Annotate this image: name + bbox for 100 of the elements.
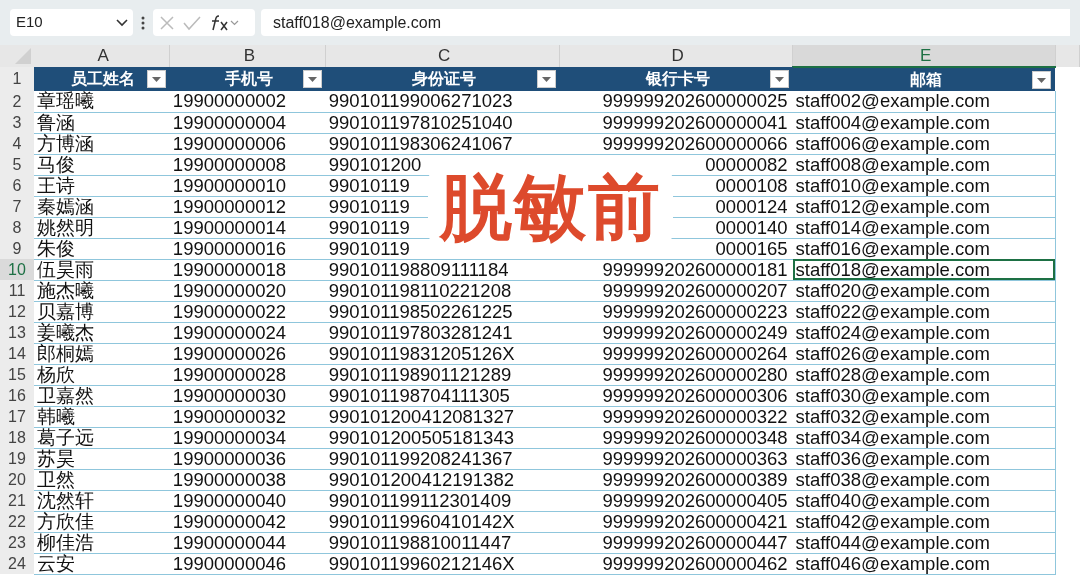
- caret-icon: [151, 76, 161, 82]
- table-cell: 伍昊雨: [34, 259, 170, 280]
- table-cell: 马俊: [34, 154, 170, 175]
- table-cell: 柳佳浩: [34, 532, 170, 553]
- row-header[interactable]: 24: [0, 553, 34, 574]
- table-cell: 99010119960212146X: [325, 553, 560, 574]
- row-header[interactable]: 1: [0, 67, 34, 91]
- table-cell: 沈然轩: [34, 490, 170, 511]
- table-cell: staff028@example.com: [792, 364, 1056, 385]
- table-cell: 方博涵: [34, 133, 170, 154]
- table-cell: 999999202600000447: [559, 532, 793, 553]
- table-cell: 章瑶曦: [34, 91, 170, 112]
- table-cell: staff004@example.com: [792, 112, 1056, 133]
- table-cell: 施杰曦: [34, 280, 170, 301]
- table-header: 手机号: [225, 70, 274, 87]
- row-header[interactable]: 4: [0, 133, 34, 154]
- column-header[interactable]: B: [169, 45, 326, 67]
- table-cell: 19900000038: [169, 469, 326, 490]
- more-icon[interactable]: [139, 14, 147, 31]
- table-cell: 999999202600000280: [559, 364, 793, 385]
- table-cell: 19900000036: [169, 448, 326, 469]
- row-header[interactable]: 19: [0, 448, 34, 469]
- table-cell: 990101199112301409: [325, 490, 560, 511]
- check-icon[interactable]: [183, 14, 201, 31]
- row-header[interactable]: 20: [0, 469, 34, 490]
- table-cell: 鲁涵: [34, 112, 170, 133]
- table-cell: 19900000032: [169, 406, 326, 427]
- filter-button[interactable]: [302, 70, 322, 88]
- column-header[interactable]: A: [34, 45, 170, 67]
- table-cell: staff022@example.com: [792, 301, 1056, 322]
- table-cell: 19900000012: [169, 196, 326, 217]
- table-cell: 19900000042: [169, 511, 326, 532]
- table-cell: 姚然明: [34, 217, 170, 238]
- table-cell: 990101198704111305: [325, 385, 560, 406]
- table-cell: staff026@example.com: [792, 343, 1056, 364]
- table-cell: staff002@example.com: [792, 91, 1056, 112]
- table-cell: 19900000026: [169, 343, 326, 364]
- row-header[interactable]: 21: [0, 490, 34, 511]
- table-cell: 999999202600000462: [559, 553, 793, 574]
- name-box[interactable]: E10: [10, 9, 133, 36]
- table-header: 员工姓名: [71, 70, 136, 87]
- table-cell: 19900000016: [169, 238, 326, 259]
- table-cell: 999999202600000348: [559, 427, 793, 448]
- table-cell: 99010119960410142X: [325, 511, 560, 532]
- table-cell: staff034@example.com: [792, 427, 1056, 448]
- row-header[interactable]: 17: [0, 406, 34, 427]
- table-cell: 999999202600000223: [559, 301, 793, 322]
- table-cell: 19900000044: [169, 532, 326, 553]
- row-header[interactable]: 18: [0, 427, 34, 448]
- table-cell: 999999202600000041: [559, 112, 793, 133]
- table-cell: 999999202600000363: [559, 448, 793, 469]
- table-cell: staff014@example.com: [792, 217, 1056, 238]
- filter-button[interactable]: [1032, 71, 1052, 89]
- row-header[interactable]: 23: [0, 532, 34, 553]
- function-icon[interactable]: [209, 13, 239, 32]
- column-header[interactable]: D: [559, 45, 793, 67]
- filter-button[interactable]: [146, 70, 166, 88]
- row-header[interactable]: 10: [0, 259, 34, 280]
- table-cell: staff040@example.com: [792, 490, 1056, 511]
- table-cell: 苏昊: [34, 448, 170, 469]
- row-header[interactable]: 22: [0, 511, 34, 532]
- row-header[interactable]: 16: [0, 385, 34, 406]
- row-header[interactable]: 14: [0, 343, 34, 364]
- row-header[interactable]: 8: [0, 217, 34, 238]
- table-cell: 19900000024: [169, 322, 326, 343]
- table-cell: staff042@example.com: [792, 511, 1056, 532]
- row-header[interactable]: 15: [0, 364, 34, 385]
- row-header[interactable]: 2: [0, 91, 34, 112]
- table-cell: staff032@example.com: [792, 406, 1056, 427]
- table-cell: 19900000040: [169, 490, 326, 511]
- caret-icon: [1037, 77, 1047, 83]
- row-header[interactable]: 13: [0, 322, 34, 343]
- caret-icon: [541, 76, 551, 82]
- row-header[interactable]: 9: [0, 238, 34, 259]
- filter-button[interactable]: [536, 70, 556, 88]
- table-cell: 999999202600000264: [559, 343, 793, 364]
- table-cell: 990101197810251040: [325, 112, 560, 133]
- filter-button[interactable]: [769, 70, 789, 88]
- formula-field[interactable]: staff018@example.com: [261, 9, 1070, 36]
- table-cell: staff038@example.com: [792, 469, 1056, 490]
- row-header[interactable]: 7: [0, 196, 34, 217]
- table-cell: staff008@example.com: [792, 154, 1056, 175]
- table-cell: 999999202600000249: [559, 322, 793, 343]
- table-cell: 19900000010: [169, 175, 326, 196]
- table-cell: 卫然: [34, 469, 170, 490]
- selected-cell: staff018@example.com: [792, 259, 1056, 280]
- table-cell: 秦嫣涵: [34, 196, 170, 217]
- table-header: 银行卡号: [645, 70, 710, 87]
- column-header[interactable]: C: [325, 45, 560, 67]
- row-header[interactable]: 11: [0, 280, 34, 301]
- row-header[interactable]: 12: [0, 301, 34, 322]
- table-cell: 姜曦杰: [34, 322, 170, 343]
- table-cell: 999999202600000181: [559, 259, 793, 280]
- row-header[interactable]: 5: [0, 154, 34, 175]
- table-cell: staff030@example.com: [792, 385, 1056, 406]
- row-header[interactable]: 6: [0, 175, 34, 196]
- column-header[interactable]: E: [792, 45, 1056, 67]
- table-cell: staff020@example.com: [792, 280, 1056, 301]
- row-header[interactable]: 3: [0, 112, 34, 133]
- table-cell: 999999202600000066: [559, 133, 793, 154]
